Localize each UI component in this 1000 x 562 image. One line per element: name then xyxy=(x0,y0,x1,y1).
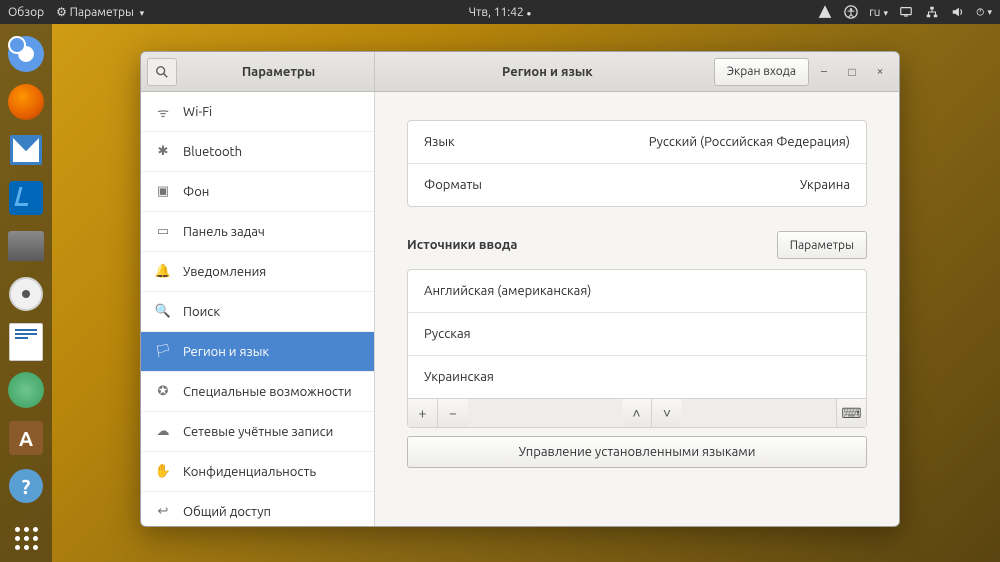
input-sources-title: Источники ввода xyxy=(407,238,517,252)
sidebar-item-wifi[interactable]: ᯤWi-Fi xyxy=(141,92,374,132)
dock-software[interactable]: A xyxy=(6,418,46,458)
dock-atom[interactable] xyxy=(6,370,46,410)
sidebar-item-sharing[interactable]: ↩Общий доступ xyxy=(141,492,374,526)
hand-icon: ✋ xyxy=(155,464,171,479)
sidebar-item-online-accounts[interactable]: ☁Сетевые учётные записи xyxy=(141,412,374,452)
cloud-icon: ☁ xyxy=(155,424,171,439)
dock-help[interactable]: ? xyxy=(6,466,46,506)
sidebar-item-dock[interactable]: ▭Панель задач xyxy=(141,212,374,252)
sidebar-item-notifications[interactable]: 🔔Уведомления xyxy=(141,252,374,292)
remove-input-source-button[interactable]: − xyxy=(438,399,468,427)
maximize-button[interactable]: □ xyxy=(845,65,859,79)
wifi-icon: ᯤ xyxy=(155,103,171,121)
dock-writer[interactable] xyxy=(6,322,46,362)
background-icon: ▣ xyxy=(155,184,171,199)
region-settings-list: Язык Русский (Российская Федерация) Форм… xyxy=(407,120,867,207)
network-icon[interactable] xyxy=(817,4,833,20)
input-source-row[interactable]: Русская xyxy=(408,312,866,355)
app-menu-label: Параметры xyxy=(70,6,134,19)
sidebar-item-accessibility[interactable]: ✪Специальные возможности xyxy=(141,372,374,412)
keyboard-layout-button[interactable]: ⌨ xyxy=(836,399,866,427)
content-area: Язык Русский (Российская Федерация) Форм… xyxy=(375,92,899,526)
input-sources-list: Английская (американская) Русская Украин… xyxy=(407,269,867,399)
input-sources-toolbar: + − ˄ ˅ ⌨ xyxy=(407,399,867,428)
screen-icon[interactable] xyxy=(898,4,914,20)
search-icon xyxy=(155,65,169,79)
power-icon[interactable] xyxy=(976,4,992,20)
language-value: Русский (Российская Федерация) xyxy=(649,135,850,149)
minimize-button[interactable]: – xyxy=(817,65,831,79)
accessibility-icon: ✪ xyxy=(155,384,171,399)
sidebar-item-privacy[interactable]: ✋Конфиденциальность xyxy=(141,452,374,492)
dock-files[interactable] xyxy=(6,226,46,266)
settings-window: Параметры Регион и язык Экран входа – □ … xyxy=(140,51,900,527)
volume-icon[interactable] xyxy=(950,4,966,20)
accessibility-icon[interactable] xyxy=(843,4,859,20)
dock-vscode[interactable] xyxy=(6,178,46,218)
dock: A ? xyxy=(0,24,52,562)
settings-sidebar: ᯤWi-Fi ✱Bluetooth ▣Фон ▭Панель задач 🔔Ув… xyxy=(141,92,375,526)
sidebar-item-background[interactable]: ▣Фон xyxy=(141,172,374,212)
formats-value: Украина xyxy=(800,178,850,192)
show-applications[interactable] xyxy=(15,527,38,550)
input-source-indicator[interactable]: ru xyxy=(869,6,888,19)
share-icon: ↩ xyxy=(155,504,171,519)
move-up-button[interactable]: ˄ xyxy=(622,399,652,427)
clock[interactable]: Чтв, 11:42 ● xyxy=(469,6,532,19)
login-screen-button[interactable]: Экран входа xyxy=(714,58,809,86)
dock-firefox[interactable] xyxy=(6,82,46,122)
formats-row[interactable]: Форматы Украина xyxy=(408,163,866,206)
close-button[interactable]: × xyxy=(873,65,887,79)
search-button[interactable] xyxy=(147,58,177,86)
bluetooth-icon: ✱ xyxy=(155,144,171,159)
top-bar: Обзор ⚙ Параметры Чтв, 11:42 ● ru xyxy=(0,0,1000,24)
dock-thunderbird[interactable] xyxy=(6,130,46,170)
app-menu[interactable]: ⚙ Параметры xyxy=(56,5,144,19)
add-input-source-button[interactable]: + xyxy=(408,399,438,427)
gear-icon: ⚙ xyxy=(56,6,67,19)
input-sources-settings-button[interactable]: Параметры xyxy=(777,231,867,259)
search-icon: 🔍 xyxy=(155,304,171,319)
input-source-row[interactable]: Английская (американская) xyxy=(408,270,866,312)
sidebar-item-bluetooth[interactable]: ✱Bluetooth xyxy=(141,132,374,172)
input-source-row[interactable]: Украинская xyxy=(408,355,866,398)
language-row[interactable]: Язык Русский (Российская Федерация) xyxy=(408,121,866,163)
sidebar-title: Параметры xyxy=(183,65,374,79)
sidebar-item-region[interactable]: 🏳Регион и язык xyxy=(141,332,374,372)
sidebar-item-search[interactable]: 🔍Поиск xyxy=(141,292,374,332)
bell-icon: 🔔 xyxy=(155,264,171,279)
manage-languages-button[interactable]: Управление установленными языками xyxy=(407,436,867,468)
language-label: Язык xyxy=(424,135,455,149)
activities-button[interactable]: Обзор xyxy=(8,6,44,19)
region-icon: 🏳 xyxy=(155,344,171,359)
dock-rhythmbox[interactable] xyxy=(6,274,46,314)
formats-label: Форматы xyxy=(424,178,482,192)
dock-icon: ▭ xyxy=(155,224,171,239)
dock-chromium[interactable] xyxy=(6,34,46,74)
move-down-button[interactable]: ˅ xyxy=(652,399,682,427)
page-title: Регион и язык xyxy=(381,65,714,79)
headerbar: Параметры Регион и язык Экран входа – □ … xyxy=(141,52,899,92)
wired-network-icon[interactable] xyxy=(924,4,940,20)
